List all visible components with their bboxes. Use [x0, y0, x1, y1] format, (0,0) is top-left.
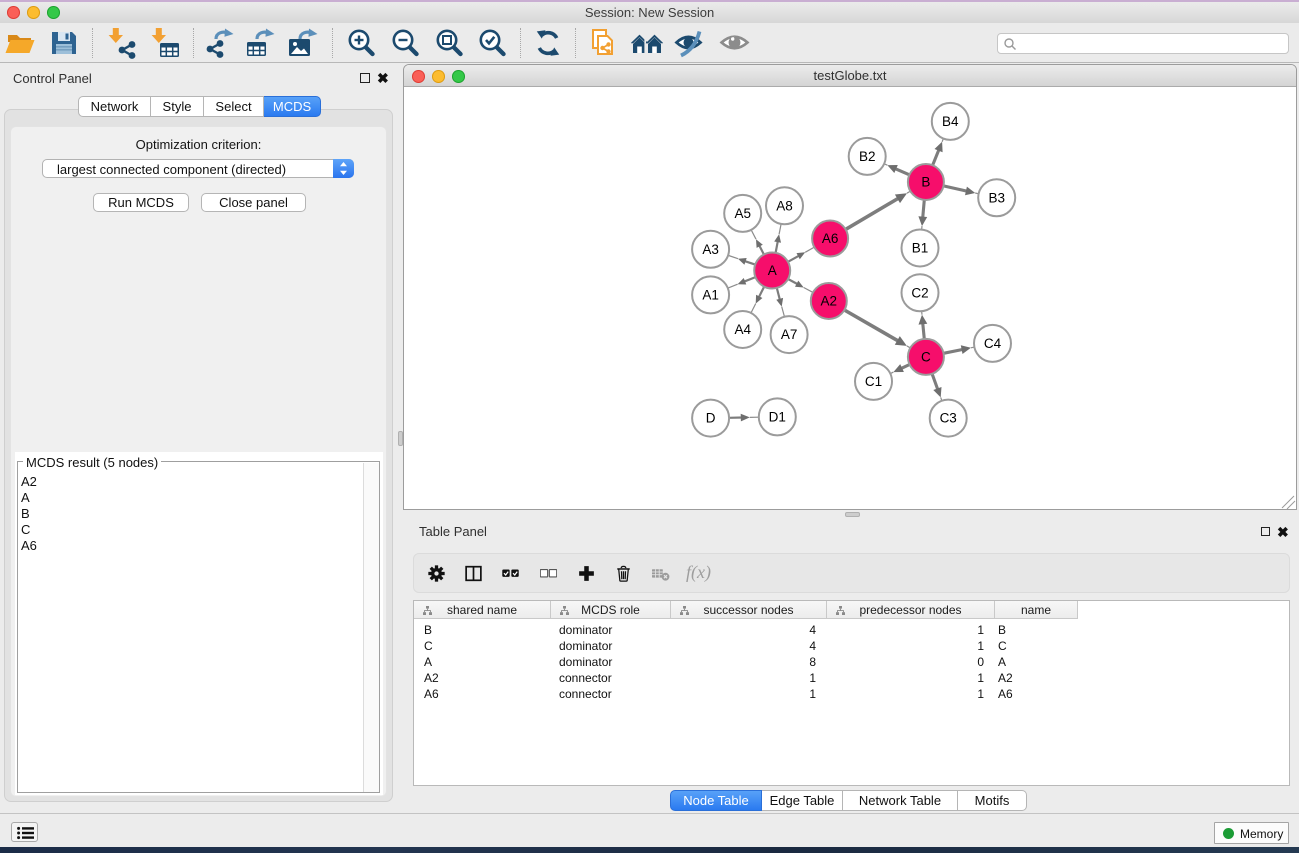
svg-text:C2: C2	[911, 285, 928, 300]
svg-text:A4: A4	[734, 322, 751, 337]
svg-text:C: C	[921, 349, 931, 364]
svg-text:A8: A8	[776, 198, 793, 213]
svg-text:B4: B4	[942, 114, 959, 129]
svg-text:D1: D1	[769, 409, 786, 424]
svg-text:A1: A1	[702, 287, 719, 302]
svg-text:A6: A6	[822, 231, 839, 246]
svg-text:D: D	[706, 411, 716, 426]
svg-text:A7: A7	[781, 327, 798, 342]
svg-text:A: A	[768, 263, 777, 278]
svg-text:A2: A2	[821, 294, 838, 309]
svg-text:A3: A3	[702, 242, 719, 257]
svg-text:B2: B2	[859, 149, 876, 164]
svg-text:A5: A5	[734, 206, 751, 221]
svg-text:B: B	[921, 175, 930, 190]
svg-text:B1: B1	[912, 241, 929, 256]
svg-text:C3: C3	[940, 411, 957, 426]
svg-text:C4: C4	[984, 336, 1002, 351]
svg-text:B3: B3	[988, 190, 1005, 205]
svg-text:C1: C1	[865, 374, 882, 389]
